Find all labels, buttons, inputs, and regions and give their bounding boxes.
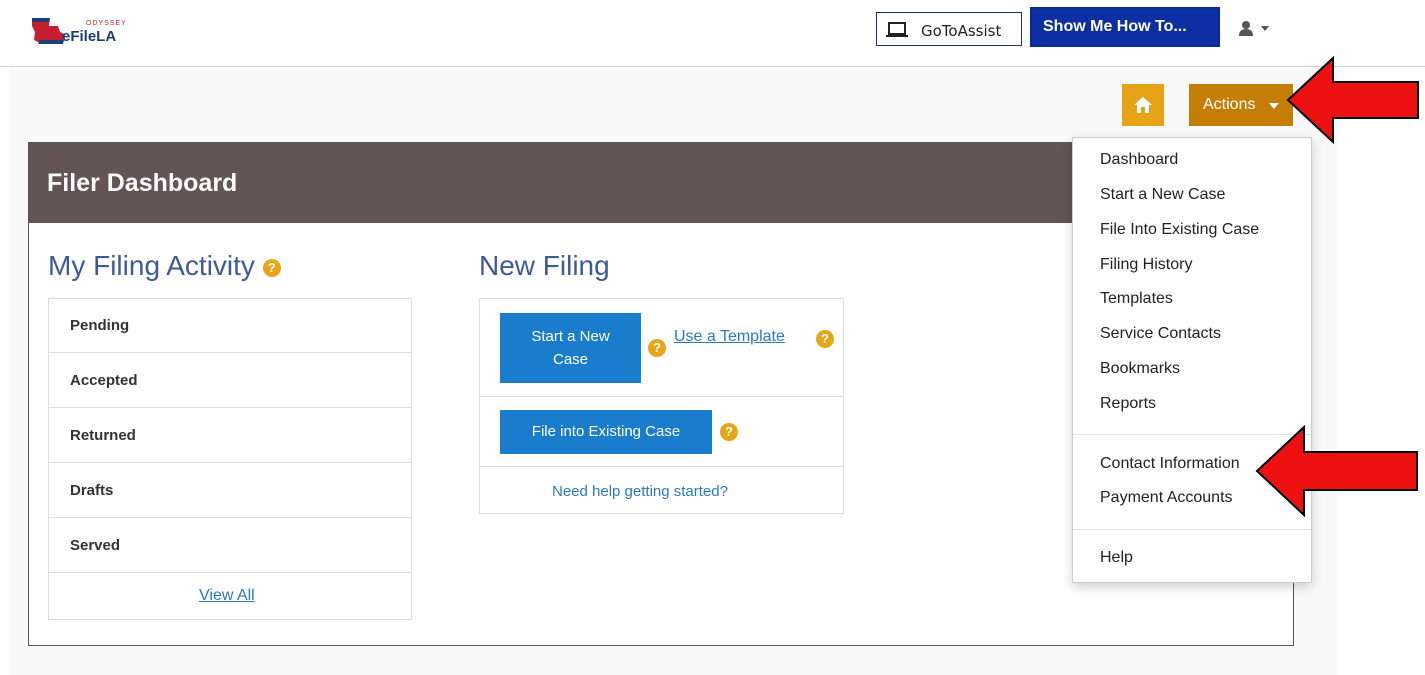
help-icon[interactable]: ? (720, 423, 738, 441)
show-me-how-label: Show Me How To... (1043, 18, 1187, 35)
menu-item-templates[interactable]: Templates (1100, 290, 1173, 308)
annotation-arrow-contact-information (1255, 425, 1418, 517)
help-icon[interactable]: ? (262, 258, 281, 277)
list-item-label: Accepted (70, 372, 138, 389)
menu-item-contact-information[interactable]: Contact Information (1100, 455, 1240, 473)
start-new-case-label-line1: Start a New (531, 328, 610, 345)
menu-item-help[interactable]: Help (1100, 549, 1133, 567)
list-item-label: Drafts (70, 482, 114, 499)
filing-activity-list: Pending Accepted Returned Drafts Served … (48, 298, 412, 620)
activity-item-served[interactable]: Served (49, 519, 411, 573)
list-item-label: Pending (70, 317, 130, 334)
gotoassist-button[interactable]: GoToAssist (876, 12, 1022, 46)
annotation-arrow-actions (1286, 56, 1419, 145)
actions-label: Actions (1203, 96, 1256, 113)
logo-text: eFileLA (62, 28, 117, 45)
list-item-label: Returned (70, 427, 136, 444)
efilela-logo[interactable]: ODYSSEY eFileLA (30, 6, 170, 54)
louisiana-logo-icon (32, 18, 64, 44)
page-title: Filer Dashboard (47, 169, 238, 197)
logo-subtitle: ODYSSEY (86, 20, 127, 27)
menu-item-start-new-case[interactable]: Start a New Case (1100, 186, 1225, 204)
divider (480, 396, 843, 397)
top-header: ODYSSEY eFileLA GoToAssist Show Me How T… (0, 0, 1425, 67)
home-icon (1134, 97, 1152, 113)
new-filing-box: Start a New Case ? Use a Template ? File… (479, 298, 844, 514)
activity-item-drafts[interactable]: Drafts (49, 464, 411, 518)
list-item-label: Served (70, 537, 121, 554)
menu-item-file-into-existing-case[interactable]: File Into Existing Case (1100, 221, 1259, 239)
use-template-link[interactable]: Use a Template (674, 328, 785, 346)
filing-activity-heading: My Filing Activity ? (48, 250, 281, 282)
user-icon (1239, 21, 1253, 36)
new-filing-title: New Filing (479, 250, 610, 281)
activity-item-returned[interactable]: Returned (49, 409, 411, 463)
file-existing-label: File into Existing Case (531, 423, 681, 440)
help-icon[interactable]: ? (816, 330, 834, 348)
gotoassist-label: GoToAssist (921, 22, 1002, 40)
start-new-case-label-line2: Case (552, 351, 589, 368)
activity-item-pending[interactable]: Pending (49, 299, 411, 353)
filing-activity-title: My Filing Activity (48, 250, 255, 281)
file-into-existing-case-button[interactable]: File into Existing Case (500, 410, 712, 454)
activity-item-accepted[interactable]: Accepted (49, 354, 411, 408)
view-all-link[interactable]: View All (199, 587, 255, 605)
menu-divider (1073, 529, 1311, 530)
help-icon[interactable]: ? (648, 339, 666, 357)
menu-item-service-contacts[interactable]: Service Contacts (1100, 325, 1221, 343)
menu-item-filing-history[interactable]: Filing History (1100, 256, 1192, 274)
start-new-case-button[interactable]: Start a New Case (500, 313, 641, 383)
actions-dropdown-button[interactable]: Actions (1189, 84, 1293, 126)
caret-down-icon (1269, 103, 1279, 109)
chevron-down-icon (1261, 26, 1269, 31)
menu-item-reports[interactable]: Reports (1100, 395, 1156, 413)
menu-item-payment-accounts[interactable]: Payment Accounts (1100, 489, 1233, 507)
menu-item-bookmarks[interactable]: Bookmarks (1100, 360, 1180, 378)
user-menu[interactable] (1238, 20, 1280, 40)
need-help-link[interactable]: Need help getting started? (552, 483, 728, 500)
divider (480, 466, 843, 467)
menu-item-dashboard[interactable]: Dashboard (1100, 151, 1178, 169)
show-me-how-button[interactable]: Show Me How To... (1030, 7, 1220, 47)
home-button[interactable] (1122, 84, 1164, 126)
monitor-icon (886, 22, 908, 37)
